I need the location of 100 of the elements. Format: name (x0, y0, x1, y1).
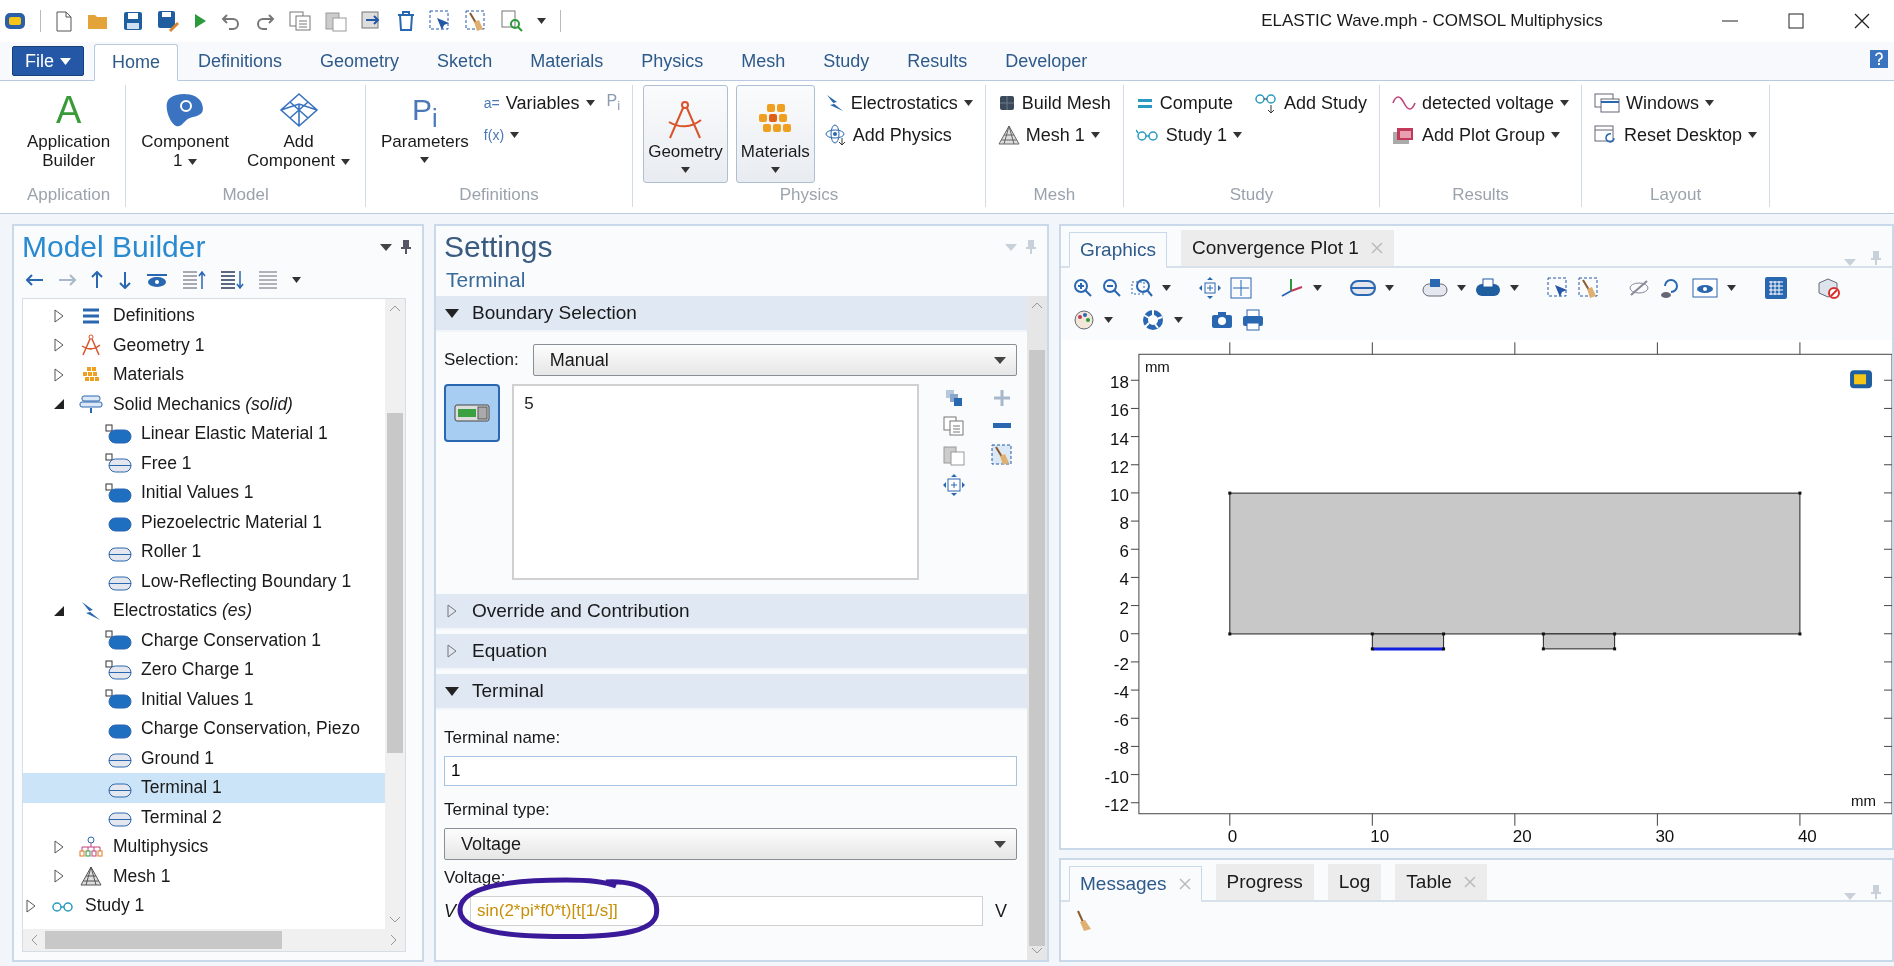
tree-item[interactable]: Electrostatics (es) (23, 596, 385, 626)
find-icon[interactable] (501, 10, 523, 32)
select-box-icon[interactable] (1547, 277, 1569, 299)
section-header[interactable]: Override and Contribution (436, 594, 1027, 630)
select-box-icon[interactable] (429, 10, 451, 32)
collapsed-triangle-icon[interactable] (53, 338, 65, 353)
caret-icon[interactable] (380, 243, 392, 251)
redo-icon[interactable] (255, 12, 275, 30)
zoom-in-icon[interactable] (1073, 278, 1093, 298)
up-arrow-icon[interactable] (90, 271, 104, 289)
messages-tab[interactable]: Progress (1215, 864, 1314, 900)
ribbon-button[interactable]: Add Physics (822, 119, 975, 151)
ribbon-button[interactable]: f(x) (481, 119, 597, 151)
ribbon-tab[interactable]: Sketch (419, 43, 511, 80)
ribbon-button[interactable]: Add Plot Group (1389, 119, 1572, 151)
ribbon-tab[interactable]: Study (805, 43, 888, 80)
ribbon-button[interactable]: Compute (1133, 87, 1244, 119)
pin-icon[interactable] (400, 239, 412, 255)
eye-icon[interactable] (1692, 278, 1718, 298)
tree-item[interactable]: Low-Reflecting Boundary 1 (23, 566, 385, 596)
axes-icon[interactable] (1280, 278, 1304, 298)
tree-item[interactable]: Terminal 2 (23, 802, 385, 832)
down-arrow-icon[interactable] (118, 271, 132, 289)
ribbon-tab[interactable]: Home (94, 44, 179, 81)
new-file-icon[interactable] (55, 10, 73, 32)
caret-icon[interactable] (1313, 285, 1322, 291)
messages-tab[interactable]: Log (1327, 864, 1382, 900)
tree-item[interactable]: Zero Charge 1 (23, 655, 385, 685)
broom-icon[interactable] (991, 444, 1013, 466)
selection-toggle-button[interactable] (444, 384, 501, 442)
graphics-tab[interactable]: Convergence Plot 1 (1181, 230, 1394, 266)
file-menu-button[interactable]: File (12, 46, 84, 76)
palette-icon[interactable] (1073, 309, 1095, 331)
play-icon[interactable] (193, 13, 207, 29)
view-cube-icon[interactable] (1850, 370, 1872, 389)
terminal-name-field[interactable]: 1 (444, 756, 1017, 786)
collapsed-triangle-icon[interactable] (53, 308, 65, 323)
ribbon-button[interactable]: Study 1 (1133, 119, 1244, 151)
save-icon[interactable] (123, 11, 143, 31)
tree-item[interactable]: Geometry 1 (23, 330, 385, 360)
collapsed-triangle-icon[interactable] (25, 898, 37, 913)
hide-icon[interactable] (1628, 279, 1650, 297)
tree-item[interactable]: Initial Values 1 (23, 684, 385, 714)
zoom-extents-icon[interactable] (1199, 277, 1221, 299)
caret-icon[interactable] (1174, 317, 1183, 323)
grid-icon[interactable] (1764, 276, 1788, 300)
ribbon-button[interactable]: detected voltage (1389, 87, 1572, 119)
ribbon-button[interactable]: Electrostatics (822, 87, 975, 119)
section-header[interactable]: Terminal (436, 674, 1027, 710)
app-logo-icon[interactable] (4, 11, 26, 31)
tree-item[interactable]: Solid Mechanics (solid) (23, 389, 385, 419)
printer-icon[interactable] (1242, 309, 1264, 331)
tree-item[interactable]: Ground 1 (23, 743, 385, 773)
graphics-tab[interactable]: Graphics (1069, 232, 1168, 268)
zoom-box-icon[interactable] (1131, 278, 1153, 298)
domain-box-icon[interactable] (1475, 278, 1501, 298)
zoom-out-icon[interactable] (1102, 278, 1122, 298)
move-icon[interactable] (943, 474, 965, 496)
selection-dropdown[interactable]: Manual (532, 344, 1017, 376)
caret-icon[interactable] (1510, 285, 1519, 291)
ribbon-tab[interactable]: Mesh (723, 43, 804, 80)
ribbon-tab[interactable]: Definitions (180, 43, 301, 80)
left-arrow-icon[interactable] (26, 273, 44, 287)
tree-item[interactable]: Piezoelectric Material 1 (23, 507, 385, 537)
terminal-type-dropdown[interactable]: Voltage (444, 828, 1017, 860)
section-header[interactable]: Equation (436, 634, 1027, 670)
expand-list-icon[interactable] (182, 270, 206, 290)
caret-icon[interactable] (292, 277, 301, 283)
ribbon-tab[interactable]: Developer (987, 43, 1106, 80)
tree-item[interactable]: Definitions (23, 301, 385, 331)
expanded-triangle-icon[interactable] (53, 397, 65, 412)
ribbon-button[interactable]: Build Mesh (995, 87, 1113, 119)
caret-icon[interactable] (537, 18, 546, 24)
undo-icon[interactable] (221, 12, 241, 30)
minus-icon[interactable] (993, 423, 1011, 429)
boundary-box-icon[interactable] (1422, 278, 1448, 298)
collapse-list-icon[interactable] (220, 270, 244, 290)
maximize-icon[interactable] (1786, 11, 1806, 31)
close-icon[interactable] (1852, 11, 1872, 31)
eye-icon[interactable] (146, 272, 168, 288)
ribbon-button[interactable]: Component 1 (136, 85, 235, 183)
messages-tab[interactable]: Messages (1069, 866, 1202, 902)
collapsed-triangle-icon[interactable] (53, 839, 65, 854)
messages-tab[interactable]: Table (1395, 864, 1487, 900)
caret-icon[interactable] (1385, 285, 1394, 291)
clear-scene-icon[interactable] (1816, 277, 1840, 299)
caret-icon[interactable] (1457, 285, 1466, 291)
list-item[interactable]: 5 (524, 394, 907, 414)
ribbon-button[interactable]: A Application Builder (22, 85, 116, 183)
tree-item[interactable]: Study 1 (23, 891, 385, 921)
ribbon-button[interactable]: Add Study (1251, 87, 1369, 119)
tree-item[interactable]: Mesh 1 (23, 861, 385, 891)
ribbon-button[interactable]: Mesh 1 (995, 119, 1113, 151)
ribbon-button[interactable]: Windows (1592, 87, 1760, 119)
ribbon-button[interactable]: P$_{i}$ Parameters (375, 85, 474, 183)
collapsed-triangle-icon[interactable] (53, 367, 65, 382)
tree-item[interactable]: Initial Values 1 (23, 478, 385, 508)
help-icon[interactable] (1870, 50, 1888, 68)
broom-icon[interactable] (465, 10, 487, 32)
tree-item[interactable]: Materials (23, 360, 385, 390)
